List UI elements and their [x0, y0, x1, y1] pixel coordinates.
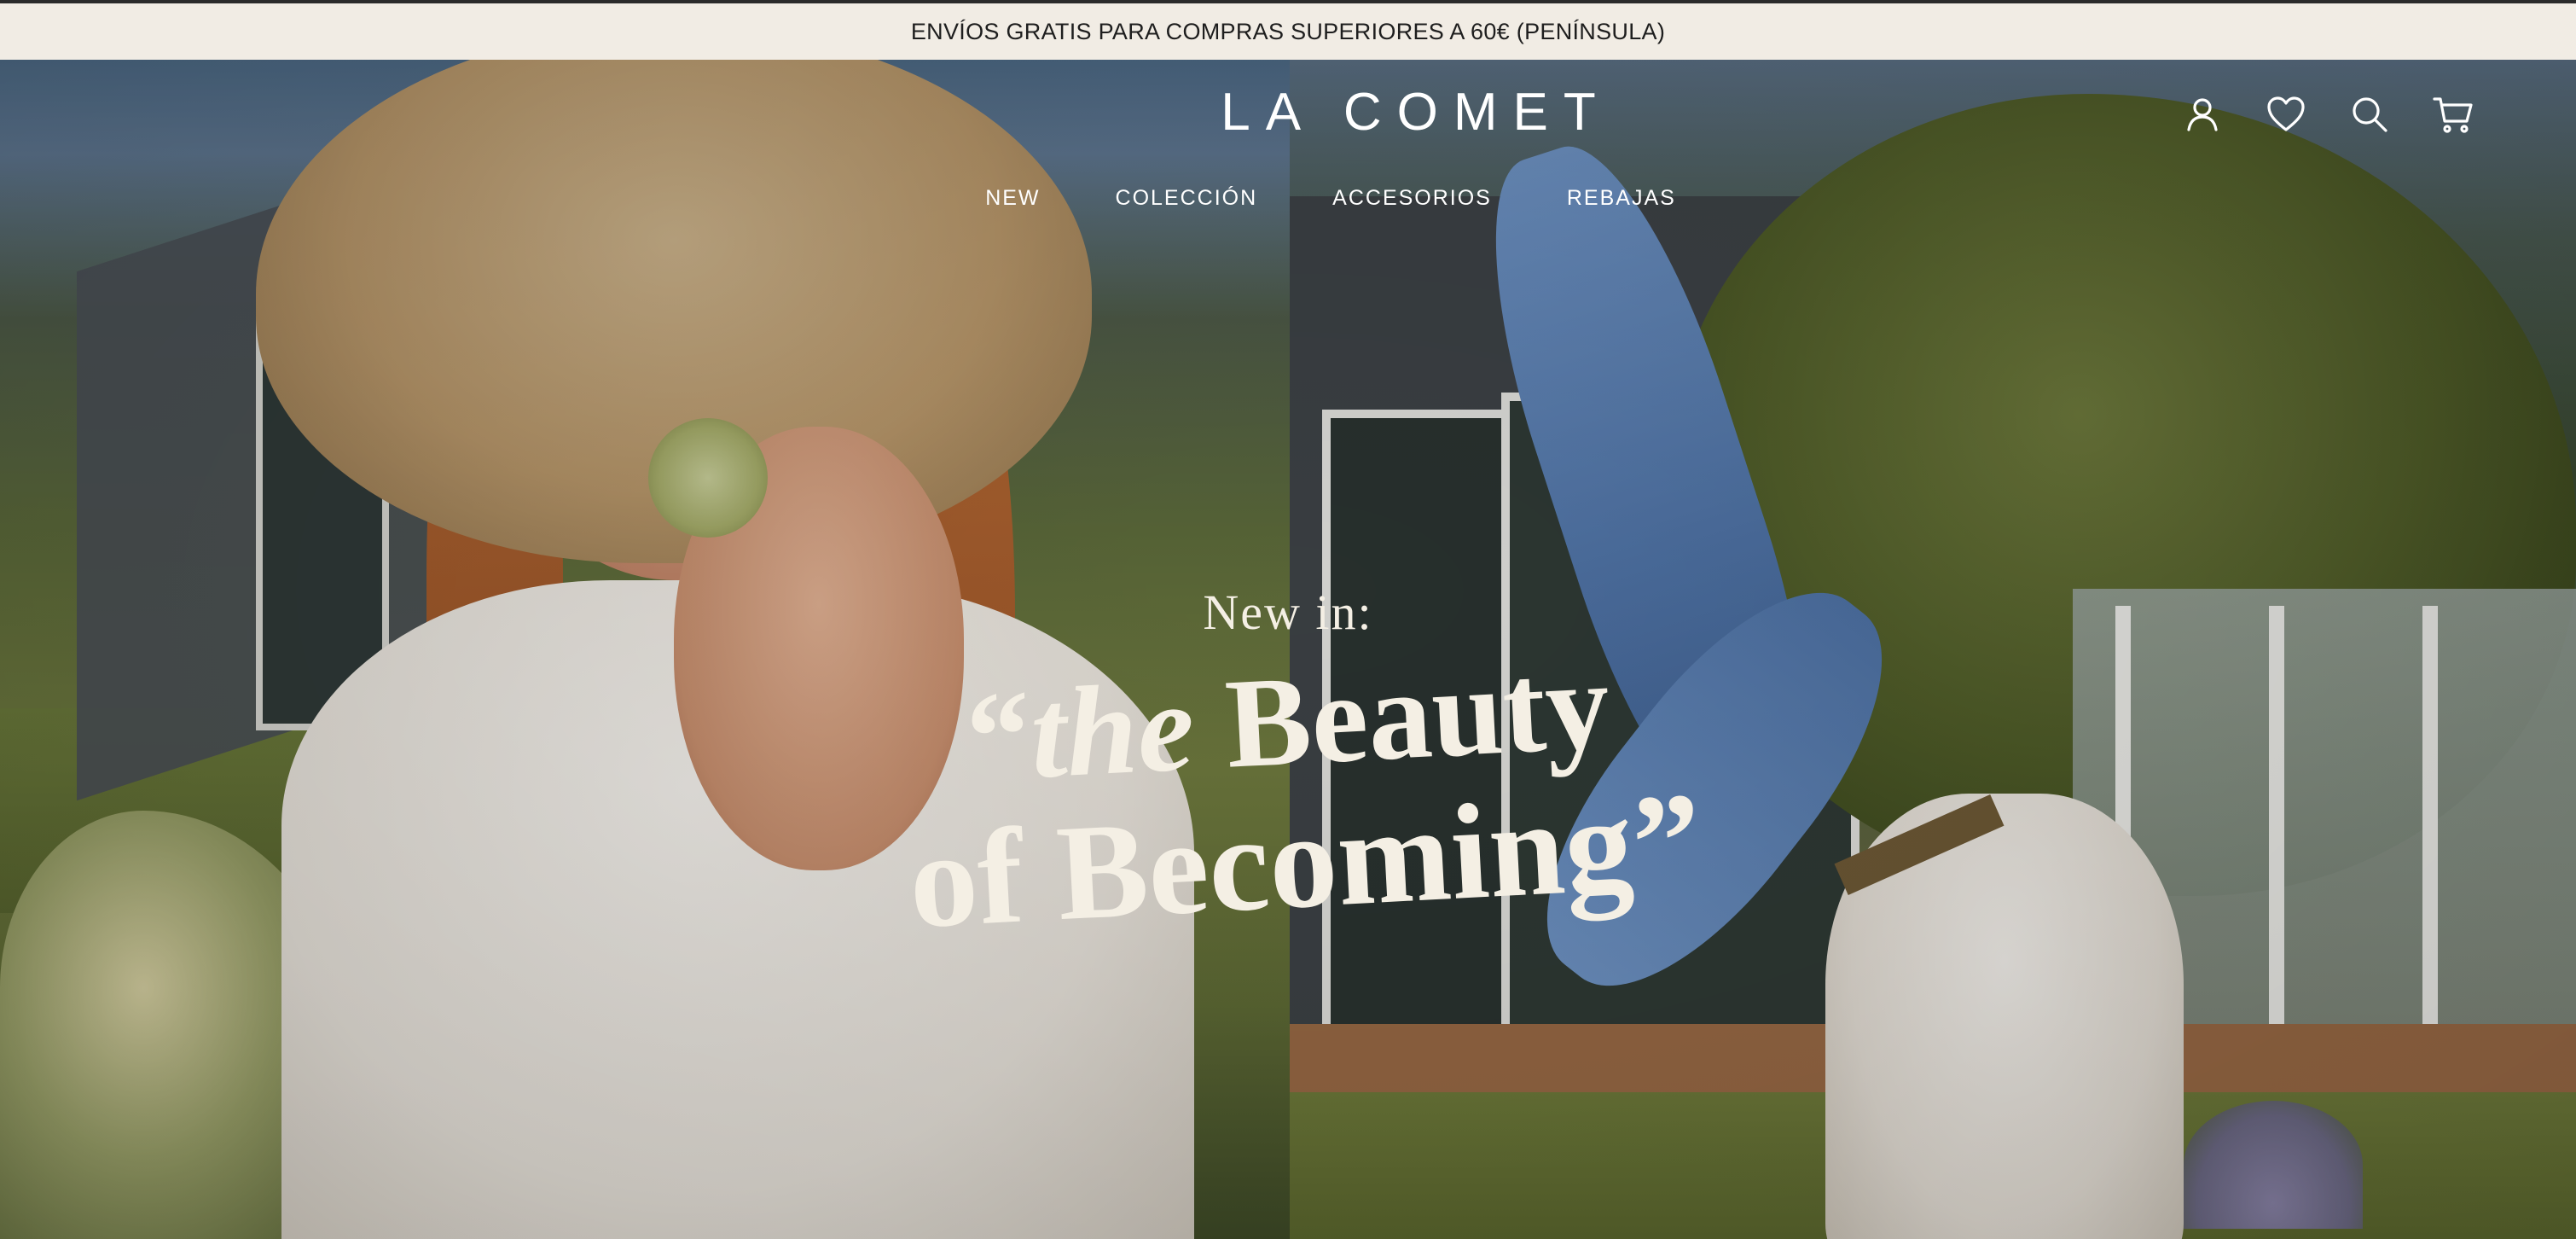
site-logo[interactable]: LA COMET	[1024, 82, 1808, 143]
wishlist-heart-icon	[2267, 96, 2305, 131]
nav-item-coleccion[interactable]: COLECCIÓN	[1116, 186, 1258, 211]
cart-button[interactable]	[2431, 92, 2475, 137]
headline-italic-word: the	[1026, 654, 1198, 806]
nav-item-new[interactable]: NEW	[985, 186, 1040, 211]
account-button[interactable]	[2180, 92, 2225, 137]
announcement-text: ENVÍOS GRATIS PARA COMPRAS SUPERIORES A …	[910, 18, 1666, 44]
announcement-bar: ENVÍOS GRATIS PARA COMPRAS SUPERIORES A …	[0, 3, 2576, 60]
cart-icon	[2433, 97, 2473, 133]
nav-item-accesorios[interactable]: ACCESORIOS	[1332, 186, 1492, 211]
account-icon	[2187, 98, 2218, 131]
nav-item-rebajas[interactable]: REBAJAS	[1567, 186, 1676, 211]
hero-eyebrow: New in:	[1203, 585, 1373, 640]
search-icon	[2353, 97, 2387, 132]
main-nav: NEW COLECCIÓN ACCESORIOS REBAJAS	[904, 186, 1757, 211]
search-button[interactable]	[2347, 92, 2392, 137]
headline-open-quote: “	[963, 663, 1035, 809]
hero-banner[interactable]: New in: “the Beauty of Becoming”	[0, 60, 2576, 1239]
header-icons	[2180, 92, 2475, 137]
wishlist-button[interactable]	[2264, 92, 2308, 137]
